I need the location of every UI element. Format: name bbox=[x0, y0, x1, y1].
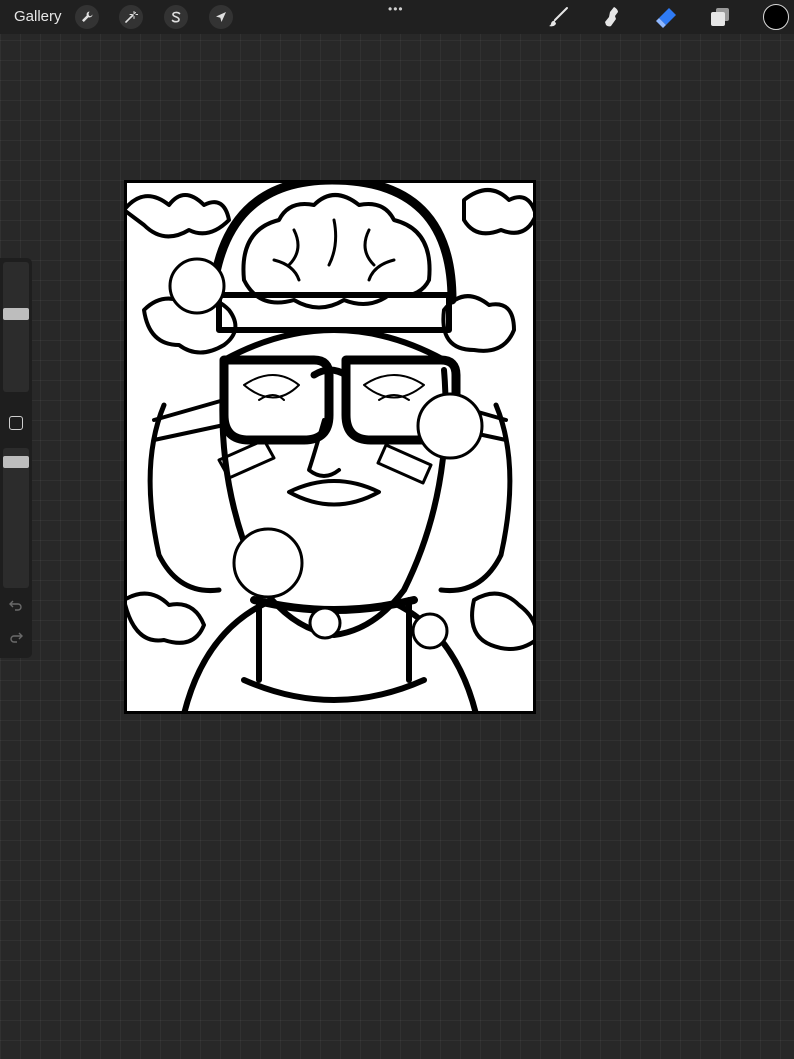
gallery-button[interactable]: Gallery bbox=[14, 8, 62, 25]
selection-button[interactable] bbox=[164, 5, 188, 29]
brush-size-slider[interactable] bbox=[3, 262, 29, 392]
brush-size-thumb[interactable] bbox=[3, 308, 29, 320]
more-options-button[interactable]: ••• bbox=[388, 2, 404, 16]
transform-button[interactable] bbox=[209, 5, 233, 29]
brush-icon bbox=[549, 7, 568, 27]
actions-button[interactable] bbox=[75, 5, 99, 29]
opacity-slider[interactable] bbox=[3, 448, 29, 588]
smudge-tool-button[interactable] bbox=[599, 4, 625, 30]
drawing-canvas[interactable] bbox=[124, 180, 536, 714]
brush-tool-button[interactable] bbox=[545, 4, 571, 30]
modify-button[interactable] bbox=[9, 416, 23, 430]
undo-icon bbox=[9, 600, 22, 611]
layers-button[interactable] bbox=[707, 4, 733, 30]
selection-s-icon bbox=[171, 11, 181, 23]
opacity-thumb[interactable] bbox=[3, 456, 29, 468]
color-picker-swatch[interactable] bbox=[763, 4, 789, 30]
procreate-app: Gallery ••• bbox=[0, 0, 794, 1059]
eraser-icon bbox=[656, 8, 676, 28]
redo-icon bbox=[10, 632, 23, 643]
arrow-cursor-icon bbox=[216, 12, 226, 22]
line-art-illustration bbox=[124, 180, 536, 714]
undo-button[interactable] bbox=[8, 598, 24, 612]
adjustments-button[interactable] bbox=[119, 5, 143, 29]
smudge-icon bbox=[605, 7, 618, 27]
layers-icon bbox=[711, 8, 729, 26]
wrench-icon bbox=[82, 11, 93, 22]
top-toolbar: Gallery ••• bbox=[0, 0, 794, 34]
redo-button[interactable] bbox=[8, 630, 24, 644]
eraser-tool-button[interactable] bbox=[653, 4, 679, 30]
left-sidebar bbox=[0, 258, 32, 658]
magic-wand-icon bbox=[125, 11, 138, 23]
